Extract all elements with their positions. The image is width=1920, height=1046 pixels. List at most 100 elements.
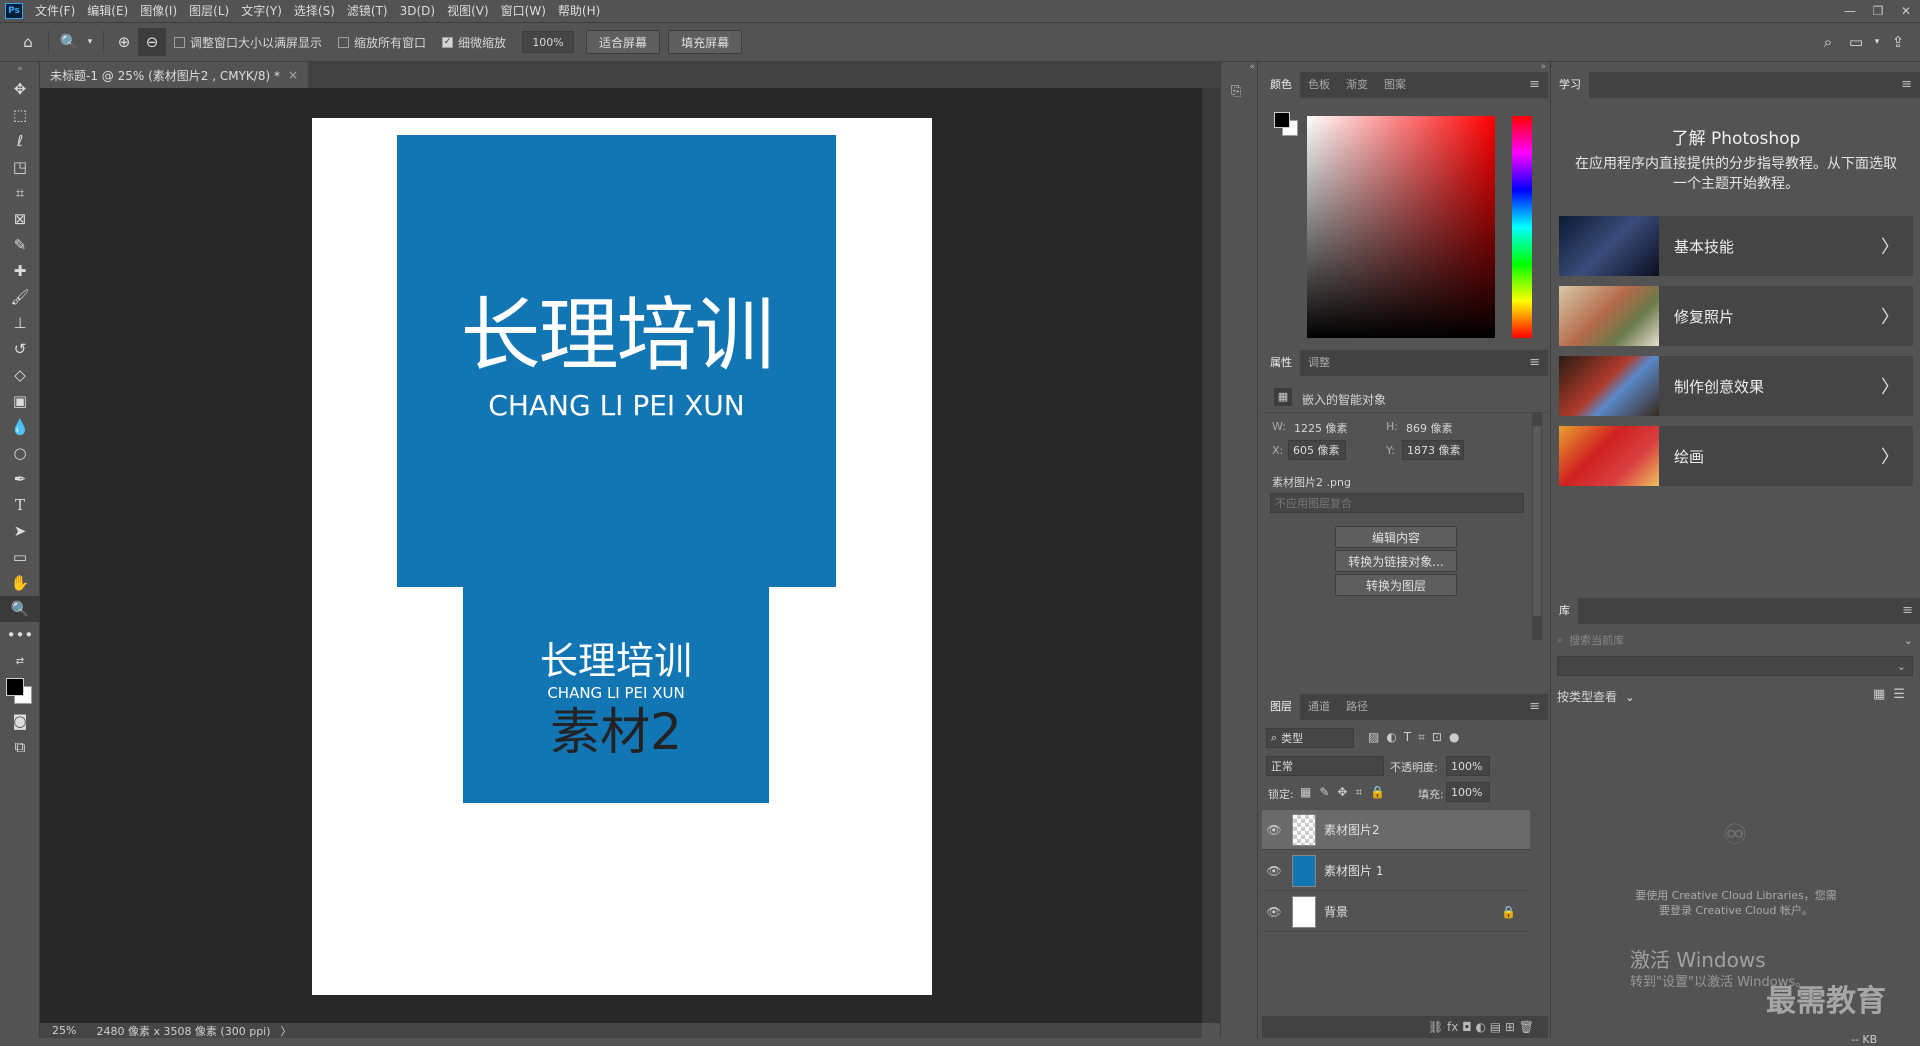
fill-screen-button[interactable]: 填充屏幕	[668, 30, 743, 54]
blend-mode-select[interactable]: 正常	[1266, 756, 1384, 776]
close-tab-icon[interactable]: ×	[288, 68, 298, 82]
lock-icons[interactable]: ▦✎✥⌗🔒	[1300, 785, 1393, 800]
zoom-out-icon[interactable]: ⊖	[138, 28, 166, 56]
layer-filter-icons[interactable]: ▨◐T⌗⊡●	[1368, 730, 1466, 745]
tab-color[interactable]: 颜色	[1262, 72, 1300, 98]
properties-scrollbar[interactable]	[1532, 412, 1542, 640]
menu-view[interactable]: 视图(V)	[441, 0, 495, 22]
zoom-all-checkbox[interactable]: 缩放所有窗口	[338, 34, 426, 51]
stamp-tool-icon[interactable]: ⊥	[0, 310, 40, 336]
layer-row[interactable]: 👁 素材图片2	[1262, 810, 1530, 850]
fit-screen-button[interactable]: 适合屏幕	[586, 30, 661, 54]
collapse-arrows-icon[interactable]: «	[1249, 62, 1255, 72]
healing-brush-tool-icon[interactable]: ✚	[0, 258, 40, 284]
scrollbar-thumb[interactable]	[1533, 426, 1541, 616]
menu-image[interactable]: 图像(I)	[134, 0, 183, 22]
learn-item-painting[interactable]: 绘画 〉	[1559, 426, 1913, 486]
menu-window[interactable]: 窗口(W)	[495, 0, 552, 22]
move-tool-icon[interactable]: ✥	[0, 76, 40, 102]
hue-slider[interactable]	[1512, 116, 1532, 338]
library-search-input[interactable]: ⌕ 搜索当前库 ⌄	[1557, 630, 1913, 650]
tab-layers[interactable]: 图层	[1262, 694, 1300, 720]
zoom-in-icon[interactable]: ⊕	[110, 28, 138, 56]
history-icon[interactable]: ⎘	[1231, 84, 1249, 102]
pen-tool-icon[interactable]: ✒	[0, 466, 40, 492]
layer-filter-select[interactable]: ⌕ 类型	[1266, 728, 1354, 748]
tab-properties[interactable]: 属性	[1262, 350, 1300, 376]
x-position-input[interactable]: 605 像素	[1288, 440, 1346, 460]
layer-action-icons[interactable]: ⛓ fx ◘ ◐ ▤ ⊞ 🗑	[1428, 1020, 1534, 1034]
learn-item-basics[interactable]: 基本技能 〉	[1559, 216, 1913, 276]
menu-type[interactable]: 文字(Y)	[235, 0, 288, 22]
hand-tool-icon[interactable]: ✋	[0, 570, 40, 596]
color-field[interactable]	[1307, 116, 1495, 338]
document-page[interactable]: 长理培训 CHANG LI PEI XUN 长理培训 CHANG LI PEI …	[312, 118, 932, 995]
panel-menu-icon[interactable]: ≡	[1901, 77, 1912, 92]
tab-libraries[interactable]: 库	[1551, 598, 1578, 624]
home-icon[interactable]: ⌂	[14, 28, 42, 56]
library-select[interactable]: ⌄	[1557, 656, 1913, 676]
fill-input[interactable]: 100%	[1446, 782, 1490, 802]
frame-tool-icon[interactable]: ⊠	[0, 206, 40, 232]
more-tools-icon[interactable]: •••	[0, 622, 40, 648]
resize-windows-checkbox[interactable]: 调整窗口大小以满屏显示	[174, 34, 322, 51]
menu-help[interactable]: 帮助(H)	[552, 0, 606, 22]
tab-adjustments[interactable]: 调整	[1300, 350, 1338, 376]
eraser-tool-icon[interactable]: ◇	[0, 362, 40, 388]
foreground-color-swatch[interactable]	[6, 678, 24, 696]
blur-tool-icon[interactable]: 💧	[0, 414, 40, 440]
panel-menu-icon[interactable]: ≡	[1529, 355, 1540, 370]
close-window-button[interactable]: ✕	[1892, 0, 1920, 22]
tab-patterns[interactable]: 图案	[1376, 72, 1414, 98]
eye-icon[interactable]: 👁	[1262, 864, 1286, 878]
tab-learn[interactable]: 学习	[1551, 72, 1589, 98]
layer-comp-select[interactable]: 不应用图层复合	[1270, 493, 1524, 513]
opacity-input[interactable]: 100%	[1446, 756, 1490, 776]
search-icon[interactable]: ⌕	[1814, 28, 1842, 56]
scrubby-zoom-checkbox[interactable]: ✓ 细微缩放	[442, 34, 506, 51]
status-arrow-icon[interactable]: 〉	[281, 1023, 292, 1039]
status-zoom[interactable]: 25%	[52, 1024, 76, 1037]
foreground-color-swatch[interactable]	[1274, 112, 1290, 128]
width-value[interactable]: 1225 像素	[1294, 420, 1348, 436]
menu-select[interactable]: 选择(S)	[288, 0, 341, 22]
color-swatches[interactable]	[0, 674, 40, 708]
vertical-scrollbar[interactable]	[1202, 88, 1220, 1023]
chevron-down-icon[interactable]: ⌄	[1904, 634, 1913, 647]
restore-button[interactable]: ❐	[1864, 0, 1892, 22]
rectangle-tool-icon[interactable]: ▭	[0, 544, 40, 570]
crop-tool-icon[interactable]: ⌗	[0, 180, 40, 206]
history-brush-tool-icon[interactable]: ↺	[0, 336, 40, 362]
panel-menu-icon[interactable]: ≡	[1902, 603, 1913, 618]
learn-item-creative[interactable]: 制作创意效果 〉	[1559, 356, 1913, 416]
type-tool-icon[interactable]: T	[0, 492, 40, 518]
layer-row[interactable]: 👁 素材图片 1	[1262, 851, 1530, 891]
height-value[interactable]: 869 像素	[1406, 420, 1453, 436]
menu-layer[interactable]: 图层(L)	[183, 0, 235, 22]
tab-gradients[interactable]: 渐变	[1338, 72, 1376, 98]
tab-swatches[interactable]: 色板	[1300, 72, 1338, 98]
workspace-icon[interactable]: ▭	[1842, 28, 1870, 56]
dodge-tool-icon[interactable]: ○	[0, 440, 40, 466]
zoom-value-field[interactable]: 100%	[522, 31, 575, 53]
collapse-arrows-icon[interactable]: »	[1540, 62, 1546, 72]
chevron-down-icon[interactable]: ▾	[83, 28, 97, 56]
brush-tool-icon[interactable]: 🖌	[0, 284, 40, 310]
minimize-button[interactable]: —	[1836, 0, 1864, 22]
edit-contents-button[interactable]: 编辑内容	[1335, 526, 1457, 548]
quick-mask-icon[interactable]: ◙	[0, 708, 40, 734]
layer-row[interactable]: 👁 背景 🔒	[1262, 892, 1530, 932]
path-select-tool-icon[interactable]: ➤	[0, 518, 40, 544]
lasso-tool-icon[interactable]: ℓ	[0, 128, 40, 154]
document-tab[interactable]: 未标题-1 @ 25% (素材图片2 , CMYK/8) * ×	[40, 62, 309, 88]
share-icon[interactable]: ⇪	[1884, 28, 1912, 56]
tab-paths[interactable]: 路径	[1338, 694, 1376, 720]
panel-menu-icon[interactable]: ≡	[1529, 699, 1540, 714]
zoom-tool-icon[interactable]: 🔍	[0, 596, 40, 622]
y-position-input[interactable]: 1873 像素	[1402, 440, 1464, 460]
convert-to-linked-button[interactable]: 转换为链接对象...	[1335, 550, 1457, 572]
collapse-arrows-icon[interactable]: »	[0, 62, 40, 76]
eye-icon[interactable]: 👁	[1262, 823, 1286, 837]
eyedropper-tool-icon[interactable]: ✎	[0, 232, 40, 258]
eye-icon[interactable]: 👁	[1262, 905, 1286, 919]
